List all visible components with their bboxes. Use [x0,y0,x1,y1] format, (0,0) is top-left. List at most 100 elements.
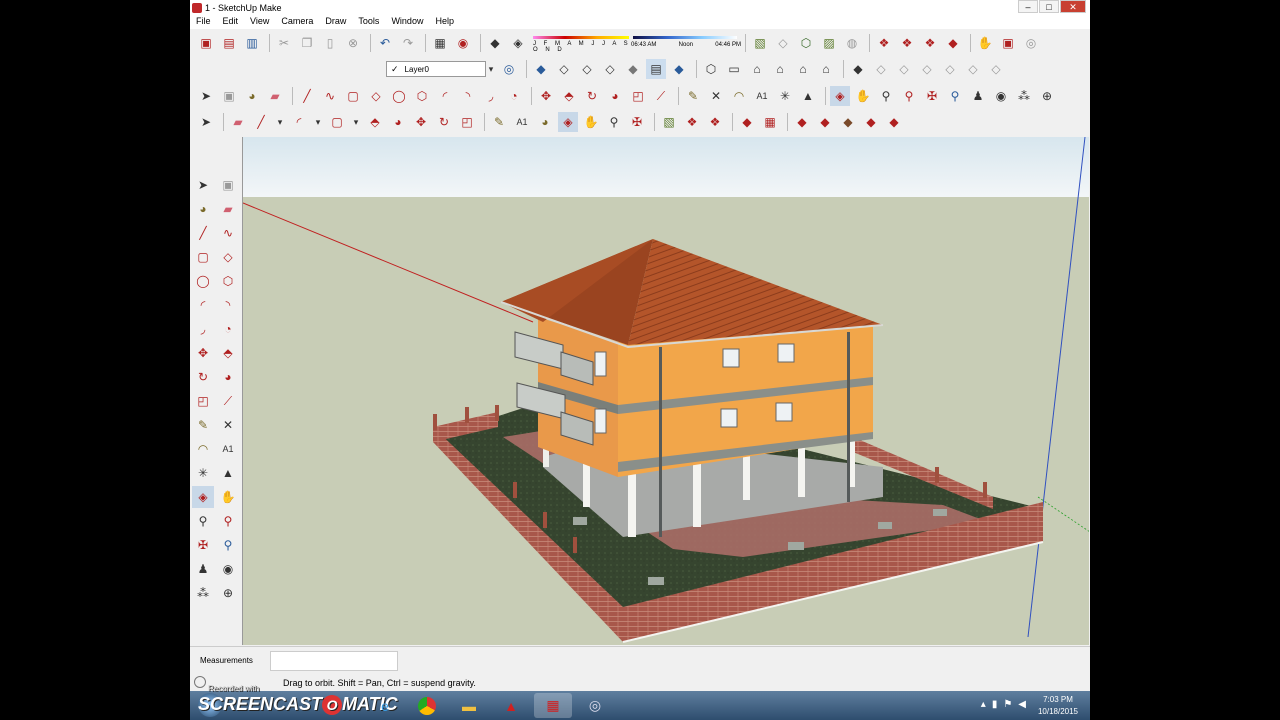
text-icon[interactable]: A1 [217,438,239,460]
3d-text-icon[interactable]: ▲ [798,86,818,106]
photo-textures-icon[interactable]: ▧ [750,33,770,53]
open-file-icon[interactable]: ▤ [219,33,239,53]
pie-icon[interactable]: ◔ [217,318,239,340]
push-pull-icon[interactable]: ⬘ [559,86,579,106]
move-icon[interactable]: ✥ [192,342,214,364]
menu-window[interactable]: Window [385,15,429,29]
menu-file[interactable]: File [190,15,217,29]
pie-icon[interactable]: ◔ [504,86,524,106]
orbit-icon[interactable]: ◈ [192,486,214,508]
measurements-input[interactable] [270,651,398,671]
walk-icon[interactable]: ⁂ [192,582,214,604]
chevron-down-icon[interactable]: ▾ [350,112,362,132]
undo-icon[interactable]: ↶ [375,33,395,53]
volume-icon[interactable]: ◀ [1018,699,1026,710]
polygon-icon[interactable]: ⬡ [412,86,432,106]
geo-location-icon[interactable]: ◇ [773,33,793,53]
follow-me-icon[interactable]: ◕ [605,86,625,106]
two-point-arc-icon[interactable]: ◝ [217,294,239,316]
pan-icon[interactable]: ✋ [853,86,873,106]
hidden-line-icon[interactable]: ◇ [600,59,620,79]
toggle-terrain-icon[interactable]: ▨ [819,33,839,53]
file-explorer-icon[interactable]: ▬ [450,693,488,718]
tape-measure-icon[interactable]: ✎ [683,86,703,106]
rectangle-icon[interactable]: ▢ [192,246,214,268]
rotated-rectangle-icon[interactable]: ◇ [366,86,386,106]
shadow-time-slider[interactable]: 06:43 AM Noon 04:46 PM [631,34,741,52]
paste-icon[interactable]: ▯ [320,33,340,53]
save-icon[interactable]: ▥ [242,33,262,53]
photo-textures-icon[interactable]: ▧ [659,112,679,132]
back-view-icon[interactable]: ⌂ [793,59,813,79]
split-icon[interactable]: ◇ [986,59,1006,79]
shaded-with-textures-icon[interactable]: ▤ [646,59,666,79]
flip-edge-icon[interactable]: ◆ [884,112,904,132]
menu-help[interactable]: Help [429,15,460,29]
zoom-extents-icon[interactable]: ✠ [922,86,942,106]
select-icon[interactable]: ➤ [192,174,214,196]
taskbar-clock[interactable]: 7:03 PM 10/18/2015 [1038,694,1078,718]
geo-location-status-icon[interactable] [194,676,206,688]
rotate-icon[interactable]: ↻ [434,112,454,132]
arc-icon[interactable]: ◜ [289,112,309,132]
arc-icon[interactable]: ◜ [435,86,455,106]
component-icon[interactable]: ▣ [217,174,239,196]
eraser-icon[interactable]: ▰ [217,198,239,220]
freehand-icon[interactable]: ∿ [320,86,340,106]
add-detail-icon[interactable]: ◆ [861,112,881,132]
zoom-icon[interactable]: ⚲ [192,510,214,532]
drape-icon[interactable]: ◆ [838,112,858,132]
circle-icon[interactable]: ◯ [192,270,214,292]
chevron-down-icon[interactable]: ▾ [274,112,286,132]
rotate-icon[interactable]: ↻ [192,366,214,388]
select-icon[interactable]: ➤ [196,112,216,132]
erase-icon[interactable]: ⊗ [343,33,363,53]
dimension-icon[interactable]: ✕ [706,86,726,106]
copy-icon[interactable]: ❐ [297,33,317,53]
select-icon[interactable]: ➤ [196,86,216,106]
rectangle-icon[interactable]: ▢ [327,112,347,132]
maximize-button[interactable]: □ [1039,0,1059,13]
action-center-icon[interactable]: ⚑ [1003,699,1012,710]
close-button[interactable]: ✕ [1060,0,1086,13]
two-point-arc-icon[interactable]: ◝ [458,86,478,106]
acrobat-icon[interactable]: ▲ [492,693,530,718]
back-edges-icon[interactable]: ◇ [554,59,574,79]
text-icon[interactable]: A1 [512,112,532,132]
look-around-icon[interactable]: ◉ [991,86,1011,106]
tape-measure-icon[interactable]: ✎ [192,414,214,436]
xray-icon[interactable]: ◆ [531,59,551,79]
display-section-cuts-icon[interactable]: ◇ [894,59,914,79]
fog-icon[interactable]: ◈ [508,33,528,53]
zoom-window-icon[interactable]: ⚲ [899,86,919,106]
settings-icon[interactable]: ◎ [576,693,614,718]
follow-me-icon[interactable]: ◕ [217,366,239,388]
cut-icon[interactable]: ✂ [274,33,294,53]
scale-icon[interactable]: ◰ [457,112,477,132]
offset-icon[interactable]: ⟋ [651,86,671,106]
line-icon[interactable]: ╱ [251,112,271,132]
rotated-rectangle-icon[interactable]: ◇ [217,246,239,268]
section-plane-tool-icon[interactable]: ⊕ [1037,86,1057,106]
add-location-icon[interactable]: ⬡ [796,33,816,53]
sandbox-from-scratch-icon[interactable]: ▦ [760,112,780,132]
previous-view-icon[interactable]: ⚲ [217,534,239,556]
zoom-extents-icon[interactable]: ✠ [192,534,214,556]
new-file-icon[interactable]: ▣ [196,33,216,53]
section-plane-icon[interactable]: ◆ [848,59,868,79]
chevron-up-icon[interactable]: ▴ [981,699,986,710]
share-model-icon[interactable]: ❖ [897,33,917,53]
sketchup-taskbar-icon[interactable]: ▦ [534,693,572,718]
axes-icon[interactable]: ✳ [192,462,214,484]
follow-me-icon[interactable]: ◕ [388,112,408,132]
wireframe-icon[interactable]: ◇ [577,59,597,79]
solid-tools-icon[interactable]: ◎ [1021,33,1041,53]
3d-warehouse-icon[interactable]: ❖ [874,33,894,53]
pan-icon[interactable]: ✋ [217,486,239,508]
print-icon[interactable]: ▦ [430,33,450,53]
chevron-down-icon[interactable]: ▾ [486,59,496,79]
line-icon[interactable]: ╱ [297,86,317,106]
subtract-icon[interactable]: ◇ [940,59,960,79]
chevron-down-icon[interactable]: ▾ [312,112,324,132]
menu-tools[interactable]: Tools [352,15,385,29]
